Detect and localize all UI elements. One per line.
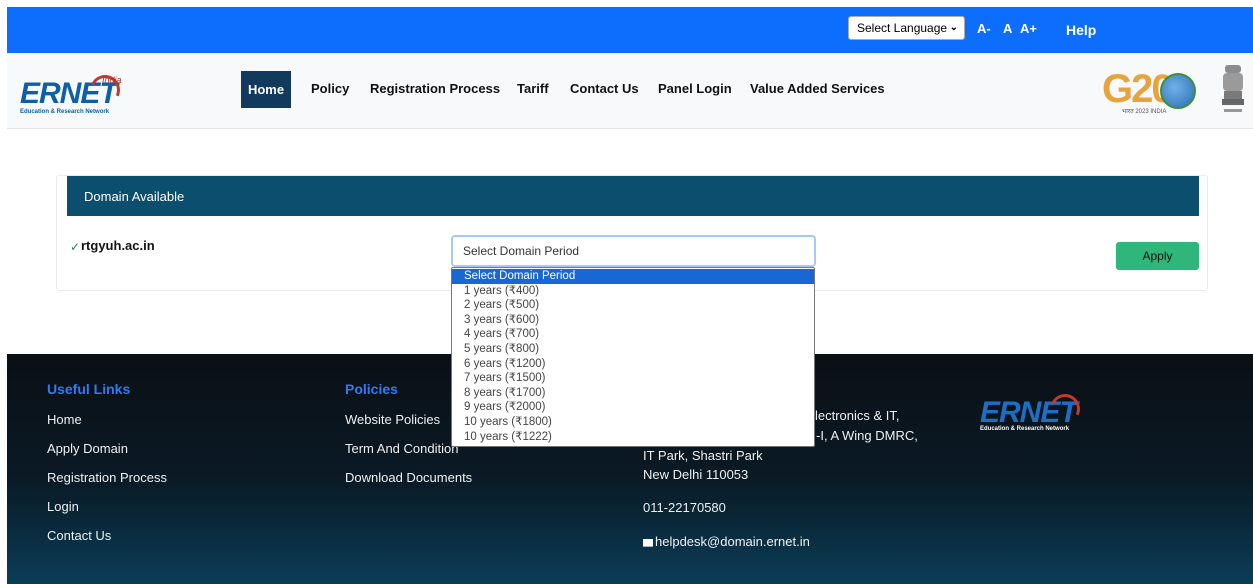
email-contact[interactable]: helpdesk@domain.ernet.in: [643, 534, 810, 549]
phone-number: 011-22170580: [643, 500, 726, 515]
policies-heading: Policies: [345, 381, 398, 397]
period-option[interactable]: 3 years (₹600): [452, 313, 814, 328]
language-select[interactable]: Select Language ⌄: [848, 16, 965, 40]
nav-item-contact-us[interactable]: Contact Us: [570, 81, 639, 96]
period-option[interactable]: 1 years (₹400): [452, 284, 814, 299]
footer-link-download-documents[interactable]: Download Documents: [345, 470, 472, 485]
nav-item-registration-process[interactable]: Registration Process: [370, 81, 500, 96]
period-option[interactable]: 4 years (₹700): [452, 327, 814, 342]
top-bar: Select Language ⌄ A- A A+ Help: [7, 7, 1253, 53]
period-option[interactable]: 7 years (₹1500): [452, 371, 814, 386]
domain-period-select-label: Select Domain Period: [463, 244, 580, 258]
email-address: helpdesk@domain.ernet.in: [655, 534, 810, 549]
nav-item-value-added-services[interactable]: Value Added Services: [750, 81, 885, 96]
font-normal-button[interactable]: A: [1003, 21, 1012, 36]
card-header: Domain Available: [67, 176, 1199, 216]
footer-link-term-and-condition[interactable]: Term And Condition: [345, 441, 458, 456]
check-icon: ✓: [70, 240, 81, 254]
nav-item-tariff[interactable]: Tariff: [517, 81, 549, 96]
domain-name: rtgyuh.ac.in: [81, 238, 155, 253]
period-option[interactable]: 10 years (₹1222): [452, 430, 814, 445]
g20-subtitle: भारत 2023 INDIA: [1122, 109, 1167, 115]
period-option[interactable]: 6 years (₹1200): [452, 357, 814, 372]
font-decrease-button[interactable]: A-: [977, 21, 991, 36]
logo-subtitle: Education & Research Network: [20, 109, 110, 115]
nav-item-home[interactable]: Home: [241, 71, 291, 108]
period-option[interactable]: Select Domain Period: [452, 269, 814, 284]
logo-india-text: India: [102, 75, 122, 85]
footer-link-login[interactable]: Login: [47, 499, 79, 514]
footer-link-registration-process[interactable]: Registration Process: [47, 470, 167, 485]
period-option[interactable]: 5 years (₹800): [452, 342, 814, 357]
language-select-label: Select Language: [857, 21, 948, 35]
ernet-logo[interactable]: ERNET India Education & Research Network: [20, 70, 130, 119]
footer-logo-subtitle: Education & Research Network: [980, 426, 1070, 432]
nav-item-policy[interactable]: Policy: [311, 81, 349, 96]
footer-ernet-logo: ERNET Education & Research Network: [980, 389, 1100, 432]
domain-period-dropdown: Select Domain Period 1 years (₹400) 2 ye…: [451, 267, 815, 447]
g20-logo: G20 भारत 2023 INDIA: [1102, 63, 1212, 121]
footer-link-website-policies[interactable]: Website Policies: [345, 412, 440, 427]
period-option[interactable]: 9 years (₹2000): [452, 400, 814, 415]
national-emblem-icon: [1222, 65, 1244, 112]
main-navbar: ERNET India Education & Research Network…: [7, 53, 1253, 129]
footer-link-home[interactable]: Home: [47, 412, 82, 427]
period-option[interactable]: 8 years (₹1700): [452, 386, 814, 401]
nav-item-panel-login[interactable]: Panel Login: [658, 81, 732, 96]
globe-icon: [1160, 73, 1196, 109]
left-edge: [0, 0, 7, 584]
help-link[interactable]: Help: [1066, 22, 1096, 38]
card-header-title: Domain Available: [84, 188, 185, 204]
font-increase-button[interactable]: A+: [1020, 21, 1037, 36]
apply-button[interactable]: Apply: [1116, 242, 1199, 270]
period-option[interactable]: 10 years (₹1800): [452, 415, 814, 430]
address-line-2: -I, A Wing DMRC,: [816, 428, 918, 443]
period-option[interactable]: 2 years (₹500): [452, 298, 814, 313]
page: Select Language ⌄ A- A A+ Help ERNET Ind…: [0, 0, 1253, 584]
domain-period-select[interactable]: Select Domain Period: [451, 235, 816, 267]
address-line-4: New Delhi 110053: [643, 467, 749, 482]
address-line-3: IT Park, Shastri Park: [643, 448, 763, 463]
useful-links-heading: Useful Links: [47, 381, 131, 397]
address-line-1: lectronics & IT,: [815, 408, 900, 423]
mail-icon: [643, 538, 653, 547]
footer-link-apply-domain[interactable]: Apply Domain: [47, 441, 128, 456]
footer-link-contact-us[interactable]: Contact Us: [47, 528, 111, 543]
chevron-down-icon: ⌄: [949, 22, 958, 33]
